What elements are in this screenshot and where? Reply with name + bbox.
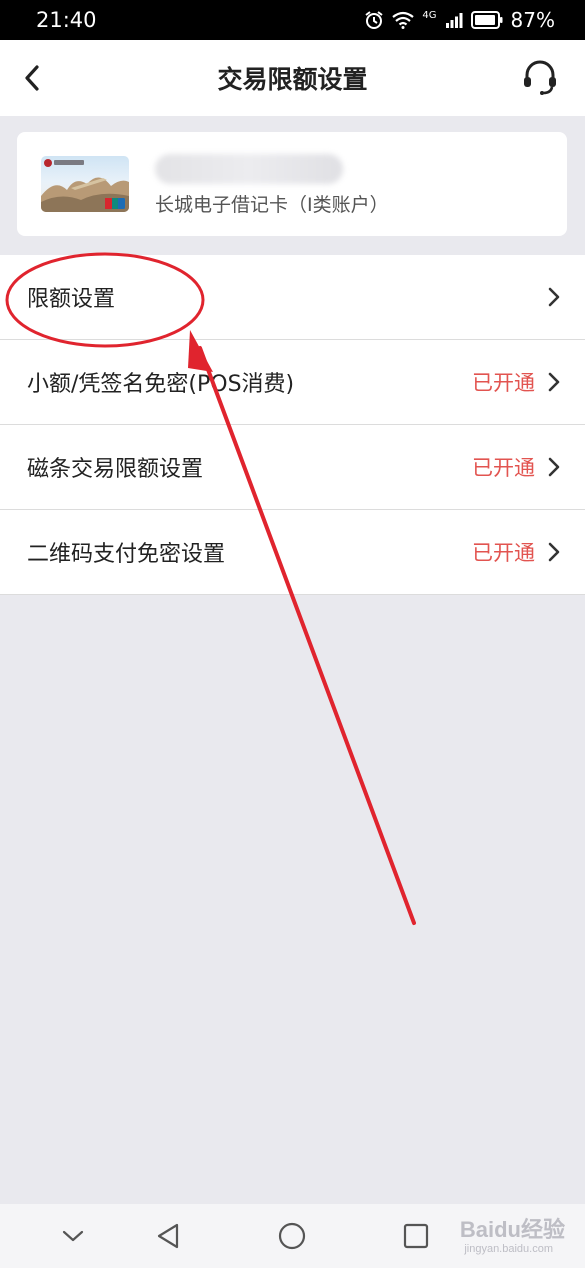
- battery-level: 87%: [510, 8, 555, 32]
- menu-item-label: 二维码支付免密设置: [27, 542, 226, 567]
- menu-item-small-amount-pos[interactable]: 小额/凭签名免密(POS消费) 已开通: [0, 340, 585, 425]
- menu-item-magstripe-limit[interactable]: 磁条交易限额设置 已开通: [0, 425, 585, 510]
- chevron-right-icon: [548, 542, 560, 562]
- menu-item-qr-payment[interactable]: 二维码支付免密设置 已开通: [0, 510, 585, 595]
- customer-service-button[interactable]: [519, 56, 561, 98]
- wifi-icon: [392, 11, 415, 29]
- alarm-icon: [364, 10, 384, 30]
- battery-icon: [470, 11, 503, 29]
- nav-home-button[interactable]: [274, 1218, 310, 1254]
- limit-settings-menu: 限额设置 小额/凭签名免密(POS消费) 已开通 磁条交易限额设置 已开通 二维…: [0, 255, 585, 595]
- card-type-label: 长城电子借记卡（I类账户）: [155, 194, 389, 216]
- status-badge: 已开通: [472, 456, 535, 480]
- menu-item-limit-settings[interactable]: 限额设置: [0, 255, 585, 340]
- status-badge: 已开通: [472, 541, 535, 565]
- signal-icon: [445, 12, 463, 28]
- watermark-brand: Baidu经验: [459, 1217, 565, 1242]
- nav-recents-button[interactable]: [398, 1218, 434, 1254]
- triangle-back-icon: [157, 1223, 179, 1249]
- square-recents-icon: [403, 1223, 429, 1249]
- circle-home-icon: [278, 1222, 306, 1250]
- status-badge: 已开通: [472, 371, 535, 395]
- status-bar: 21:40 4G 87%: [0, 0, 585, 40]
- chevron-right-icon: [548, 457, 560, 477]
- bank-card-image: [41, 156, 129, 212]
- app-header: 交易限额设置: [0, 40, 585, 116]
- menu-item-label: 小额/凭签名免密(POS消费): [27, 372, 295, 397]
- status-icons: 4G 87%: [364, 8, 555, 32]
- network-type: 4G: [422, 9, 437, 21]
- back-button[interactable]: [14, 60, 50, 96]
- chevron-left-icon: [25, 65, 39, 91]
- watermark-url: jingyan.baidu.com: [464, 1243, 553, 1255]
- chevron-right-icon: [548, 372, 560, 392]
- menu-item-label: 限额设置: [27, 287, 116, 312]
- headset-icon: [524, 60, 556, 95]
- nav-back-button[interactable]: [150, 1218, 186, 1254]
- card-number-masked: [155, 154, 343, 184]
- status-time: 21:40: [36, 8, 97, 32]
- nav-collapse-button[interactable]: [55, 1218, 91, 1254]
- menu-item-label: 磁条交易限额设置: [27, 457, 204, 482]
- page-title: 交易限额设置: [217, 65, 368, 94]
- chevron-right-icon: [548, 287, 560, 307]
- bank-card-panel[interactable]: 长城电子借记卡（I类账户）: [17, 132, 567, 236]
- chevron-down-icon: [62, 1230, 84, 1242]
